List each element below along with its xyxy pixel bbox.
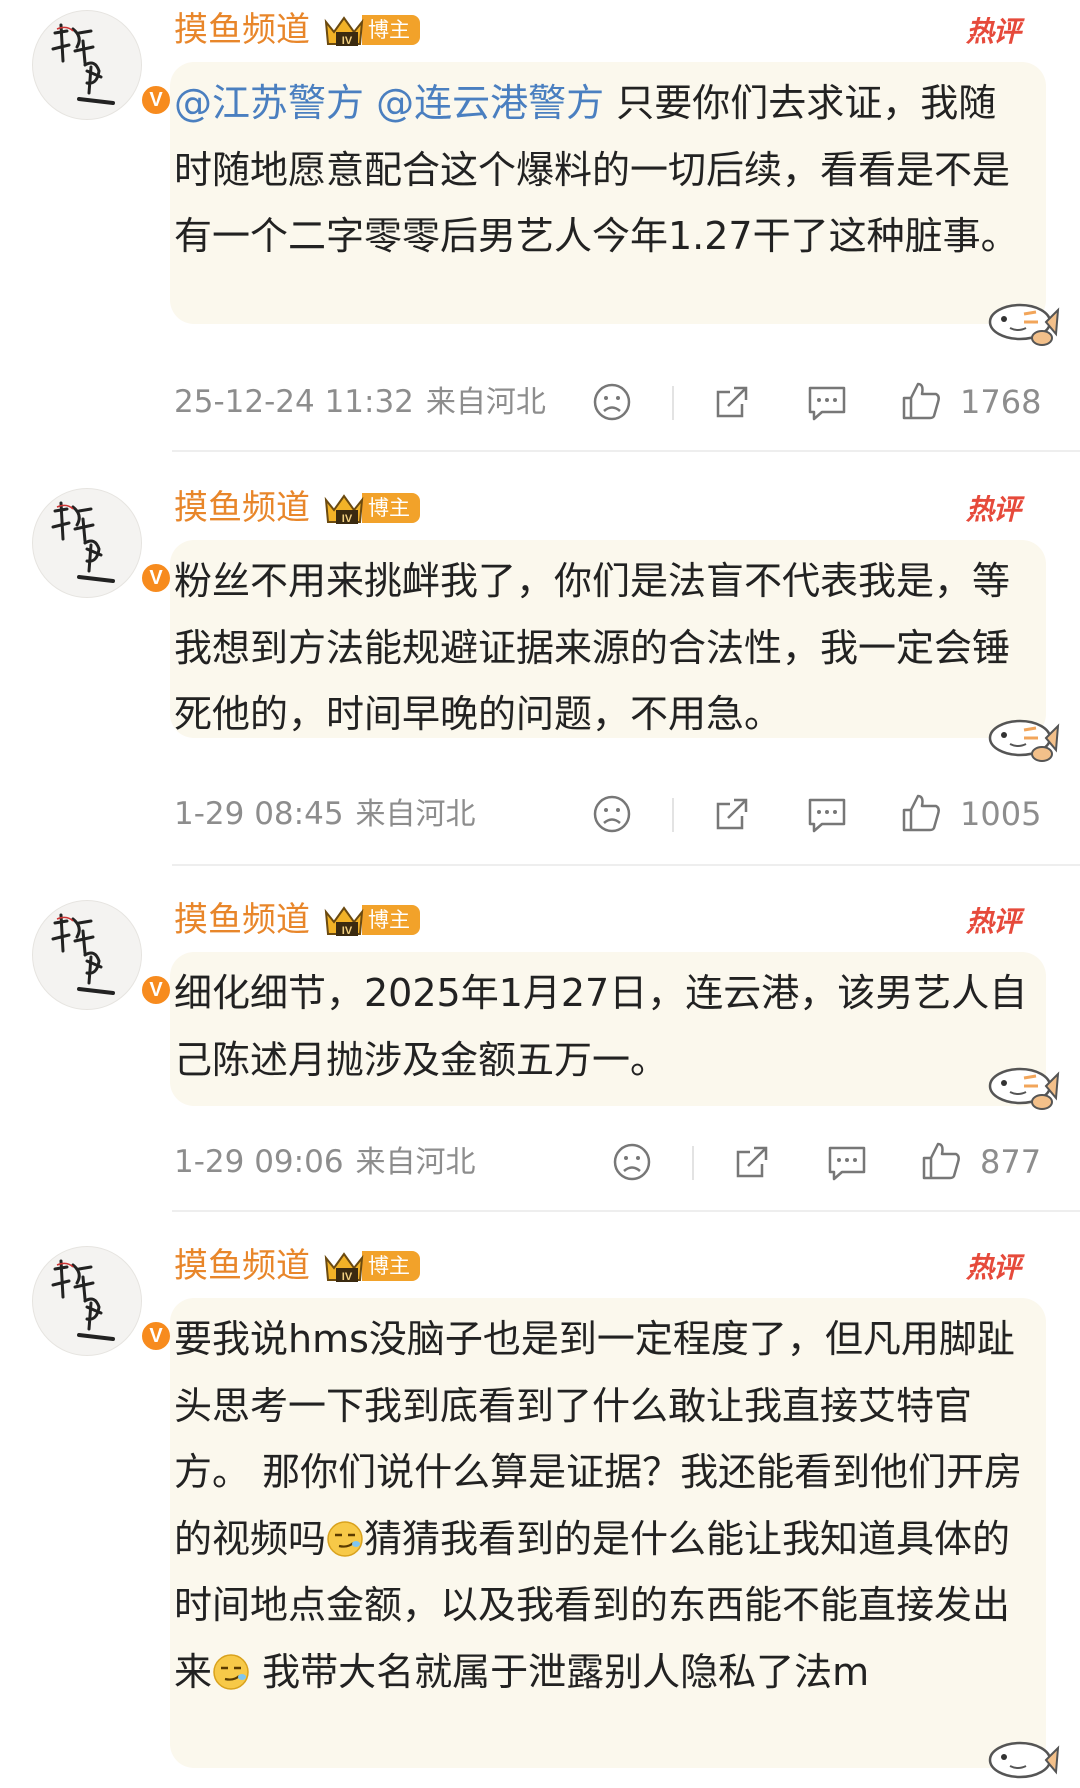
- avatar[interactable]: V: [32, 488, 173, 598]
- avatar[interactable]: V: [32, 900, 173, 1010]
- share-icon[interactable]: [712, 382, 752, 422]
- smirk-emoji-icon: [327, 1520, 363, 1557]
- blogger-badge: IV 博主: [322, 1248, 420, 1284]
- separator: [692, 1146, 694, 1180]
- verified-v-icon: V: [139, 1319, 173, 1353]
- separator: [672, 386, 674, 420]
- divider: [172, 1210, 1080, 1212]
- verified-v-icon: V: [139, 83, 173, 117]
- comment-time: 1-29 08:45: [174, 796, 344, 832]
- crown-level-icon: IV: [322, 902, 366, 938]
- comment-meta: 1-29 08:45 来自河北: [174, 794, 476, 835]
- hot-comment-tag: 热评: [966, 905, 1021, 938]
- username[interactable]: 摸鱼频道: [174, 488, 310, 528]
- blogger-badge: IV 博主: [322, 490, 420, 526]
- avatar-calligraphy-icon: [51, 501, 115, 583]
- share-icon[interactable]: [732, 1142, 772, 1182]
- like-thumb-icon[interactable]: [900, 380, 942, 422]
- like-count: 1005: [960, 795, 1042, 833]
- verified-v-icon: V: [139, 973, 173, 1007]
- comment-location: 来自河北: [355, 1145, 476, 1180]
- username[interactable]: 摸鱼频道: [174, 10, 310, 50]
- mention-link[interactable]: @江苏警方: [174, 81, 364, 125]
- avatar-calligraphy-icon: [51, 1259, 115, 1341]
- hot-comment-tag: 热评: [966, 15, 1021, 48]
- share-icon[interactable]: [712, 794, 752, 834]
- comment-location: 来自河北: [425, 385, 546, 420]
- sad-face-icon[interactable]: [612, 1142, 652, 1182]
- like-thumb-icon[interactable]: [900, 792, 942, 834]
- divider: [172, 450, 1080, 452]
- username[interactable]: 摸鱼频道: [174, 900, 310, 940]
- avatar[interactable]: V: [32, 1246, 173, 1356]
- fish-sticker-icon: [988, 303, 1060, 346]
- comment-text: 粉丝不用来挑衅我了，你们是法盲不代表我是，等我想到方法能规避证据来源的合法性，我…: [174, 559, 1011, 736]
- like-count: 877: [980, 1143, 1042, 1181]
- crown-level-icon: IV: [322, 490, 366, 526]
- verified-v-icon: V: [139, 561, 173, 595]
- crown-level-icon: IV: [322, 12, 366, 48]
- crown-level-icon: IV: [322, 1248, 366, 1284]
- svg-text:IV: IV: [342, 513, 353, 525]
- svg-text:IV: IV: [342, 925, 353, 937]
- like-thumb-icon[interactable]: [920, 1140, 962, 1182]
- comment-text: 细化细节，2025年1月27日，连云港，该男艺人自己陈述月抛涉及金额五万一。: [174, 971, 1028, 1082]
- divider: [172, 864, 1080, 866]
- comment-icon[interactable]: [806, 794, 848, 834]
- username[interactable]: 摸鱼频道: [174, 1246, 310, 1286]
- hot-comment-tag: 热评: [966, 1251, 1021, 1284]
- comment-text: @江苏警方 @连云港警方 只要你们去求证，我随时随地愿意配合这个爆料的一切后续，…: [174, 81, 1019, 258]
- sad-face-icon[interactable]: [592, 382, 632, 422]
- hot-comment-tag: 热评: [966, 493, 1021, 526]
- like-count: 1768: [960, 383, 1042, 421]
- mention-link[interactable]: @连云港警方: [376, 81, 604, 125]
- avatar[interactable]: V: [32, 10, 173, 120]
- comment-text: 要我说hms没脑子也是到一定程度了，但凡用脚趾头思考一下我到底看到了什么敢让我直…: [174, 1317, 1023, 1694]
- fish-sticker-icon: [988, 1741, 1060, 1779]
- comment-icon[interactable]: [826, 1142, 868, 1182]
- svg-text:IV: IV: [342, 1271, 353, 1283]
- comment-time: 25-12-24 11:32: [174, 384, 414, 420]
- avatar-calligraphy-icon: [51, 23, 115, 105]
- avatar-calligraphy-icon: [51, 913, 115, 995]
- comment-meta: 1-29 09:06 来自河北: [174, 1142, 476, 1183]
- svg-text:IV: IV: [342, 35, 353, 47]
- blogger-badge: IV 博主: [322, 12, 420, 48]
- comment-meta: 25-12-24 11:32 来自河北: [174, 382, 546, 423]
- comment-time: 1-29 09:06: [174, 1144, 344, 1180]
- comment-icon[interactable]: [806, 382, 848, 422]
- comment-location: 来自河北: [355, 797, 476, 832]
- separator: [672, 798, 674, 832]
- sad-face-icon[interactable]: [592, 794, 632, 834]
- fish-sticker-icon: [988, 1067, 1060, 1110]
- smirk-emoji-icon: [213, 1653, 249, 1690]
- blogger-badge: IV 博主: [322, 902, 420, 938]
- fish-sticker-icon: [988, 719, 1060, 762]
